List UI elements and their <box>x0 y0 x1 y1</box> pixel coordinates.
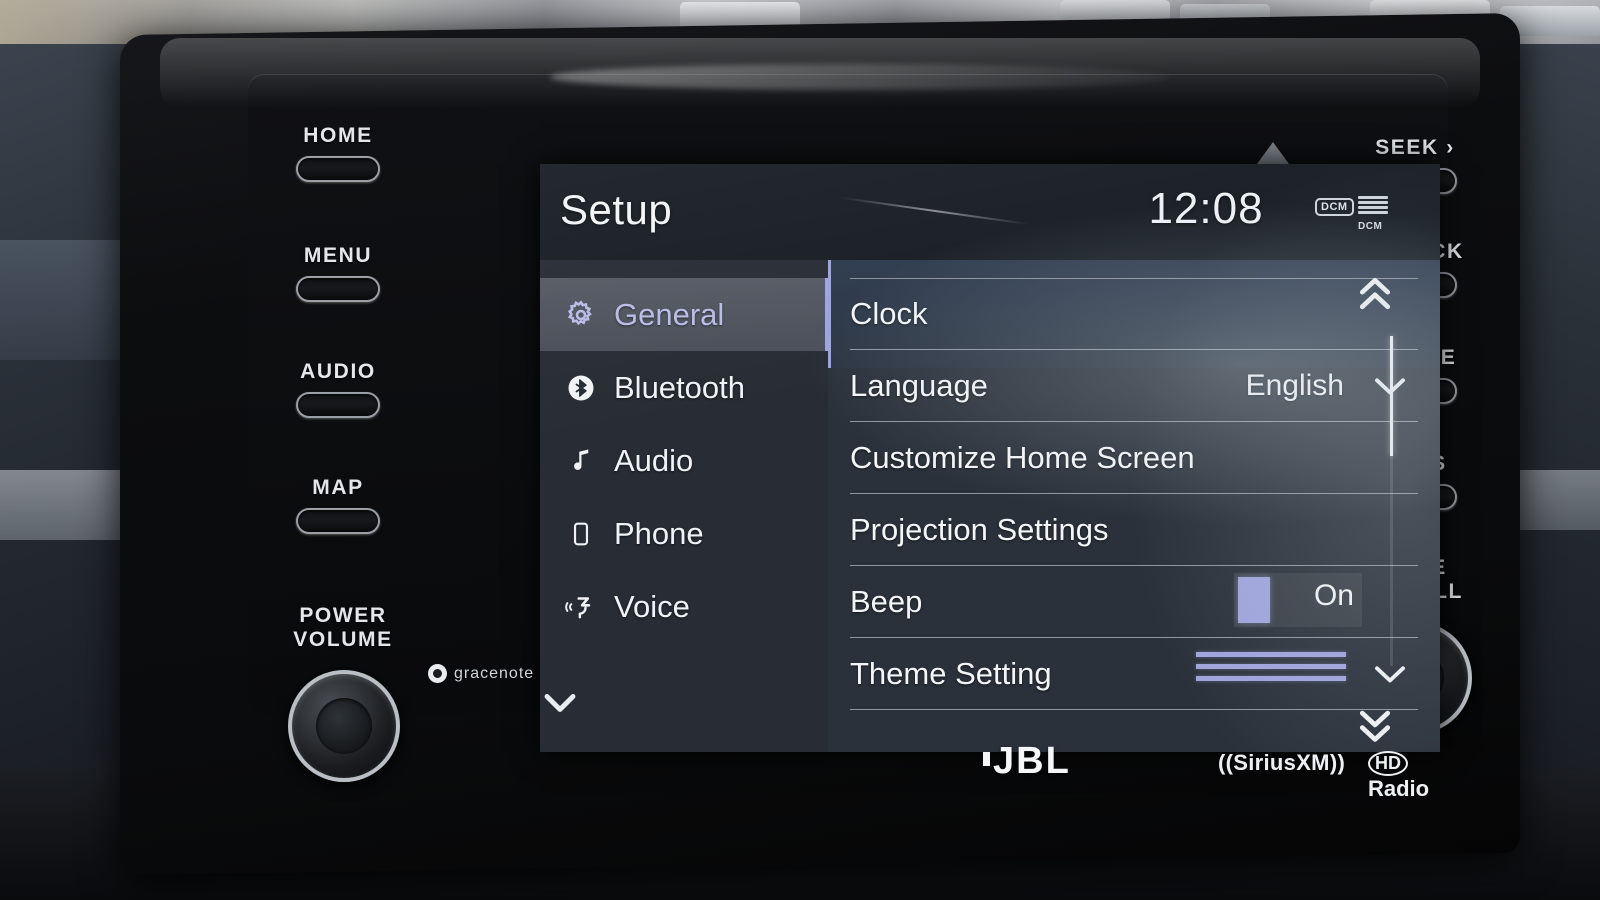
sidebar-item-general-label: General <box>614 296 725 332</box>
power-volume-label-line1: POWER <box>299 604 387 627</box>
gracenote-logo-text: gracenote <box>454 664 535 682</box>
hard-button-home-label: HOME <box>303 124 373 147</box>
settings-list: Clock Language English Customize Home Sc… <box>828 260 1440 752</box>
music-note-icon <box>564 446 598 476</box>
setting-row-projection-settings[interactable]: Projection Settings <box>850 494 1418 566</box>
hard-button-map-label: MAP <box>312 476 364 499</box>
dcm-signal-label: DCM <box>1358 221 1383 232</box>
beep-toggle[interactable]: On <box>1234 573 1362 627</box>
clock-display: 12:08 <box>1148 184 1264 233</box>
jbl-logo: JBL <box>983 740 1071 783</box>
bluetooth-icon <box>564 373 598 403</box>
jbl-tick-mark <box>983 752 990 766</box>
hard-button-audio[interactable]: AUDIO <box>278 360 398 418</box>
setting-row-clock-label: Clock <box>850 296 928 331</box>
phone-icon <box>564 518 598 550</box>
sidebar-scroll-down-button[interactable] <box>540 690 828 716</box>
hard-button-menu-cap[interactable] <box>296 276 380 302</box>
status-bar: Setup 12:08 DCM DCM <box>540 164 1440 260</box>
sidebar-item-voice-label: Voice <box>614 588 690 624</box>
theme-chevron-down-icon[interactable] <box>1370 661 1410 687</box>
hd-radio-logo-text: Radio <box>1368 776 1430 801</box>
setting-row-beep-label: Beep <box>850 583 923 619</box>
gracenote-mark-icon <box>428 664 447 683</box>
siriusxm-logo: ((SiriusXM)) <box>1218 750 1346 775</box>
settings-sidebar: General Bluetooth Audio Phone Voice <box>540 260 828 752</box>
setting-row-language-label: Language <box>850 367 988 403</box>
hard-button-audio-cap[interactable] <box>296 392 380 418</box>
bezel-center-marker <box>1257 142 1289 164</box>
setting-row-theme-setting[interactable]: Theme Setting <box>850 638 1418 710</box>
language-chevron-down-icon[interactable] <box>1370 373 1410 399</box>
hard-button-map-cap[interactable] <box>296 508 380 534</box>
jbl-logo-text: JBL <box>993 740 1071 782</box>
hd-radio-logo: HDRadio <box>1368 749 1448 802</box>
chevron-down-icon <box>544 694 576 712</box>
hard-button-map[interactable]: MAP <box>278 476 398 534</box>
hard-button-home-cap[interactable] <box>296 156 380 182</box>
sidebar-item-phone-label: Phone <box>614 515 704 551</box>
signal-bars-icon <box>1358 196 1388 214</box>
beep-toggle-state: On <box>1313 579 1354 612</box>
hard-button-menu[interactable]: MENU <box>278 244 398 302</box>
power-volume-label-line2: VOLUME <box>293 628 393 651</box>
voice-icon <box>564 592 598 622</box>
page-title: Setup <box>560 186 673 233</box>
head-unit-housing: HOME MENU AUDIO MAP POWER VOLUME SEEK › … <box>120 13 1520 875</box>
hard-button-menu-label: MENU <box>303 244 373 267</box>
hard-button-audio-label: AUDIO <box>300 360 376 383</box>
sidebar-item-bluetooth[interactable]: Bluetooth <box>540 351 828 424</box>
beep-toggle-knob <box>1238 577 1270 623</box>
siriusxm-logo-text: SiriusXM <box>1233 750 1330 775</box>
hard-button-home[interactable]: HOME <box>278 124 398 182</box>
setting-row-language-value: English <box>1245 368 1344 402</box>
sidebar-item-audio-label: Audio <box>614 442 694 478</box>
dcm-badge-icon: DCM <box>1315 198 1354 216</box>
brand-bar: JBL ((SiriusXM)) HDRadio <box>248 718 1448 822</box>
sidebar-item-phone[interactable]: Phone <box>540 497 828 570</box>
hard-button-seek-label: SEEK › <box>1375 136 1455 159</box>
theme-preview-bars-icon <box>1196 652 1346 688</box>
setting-row-theme-setting-label: Theme Setting <box>850 655 1052 691</box>
sidebar-item-bluetooth-label: Bluetooth <box>614 369 745 405</box>
dcm-signal-icon: DCM <box>1358 196 1388 234</box>
gracenote-logo: gracenote <box>428 664 534 683</box>
setting-row-language[interactable]: Language English <box>850 350 1418 422</box>
setting-row-customize-home-screen-label: Customize Home Screen <box>850 439 1195 475</box>
setting-row-beep[interactable]: Beep On <box>850 566 1418 638</box>
setting-row-customize-home-screen[interactable]: Customize Home Screen <box>850 422 1418 494</box>
hd-radio-mark: HD <box>1368 751 1408 776</box>
sidebar-item-audio[interactable]: Audio <box>540 424 828 497</box>
power-volume-label-group: POWER VOLUME <box>278 604 408 652</box>
setting-row-projection-settings-label: Projection Settings <box>850 511 1109 547</box>
gear-icon <box>564 299 598 331</box>
sidebar-item-voice[interactable]: Voice <box>540 570 828 643</box>
sidebar-item-general[interactable]: General <box>540 278 828 351</box>
infotainment-screen[interactable]: Setup 12:08 DCM DCM General Bluetooth Au… <box>540 164 1440 752</box>
setting-row-clock[interactable]: Clock <box>850 278 1418 350</box>
